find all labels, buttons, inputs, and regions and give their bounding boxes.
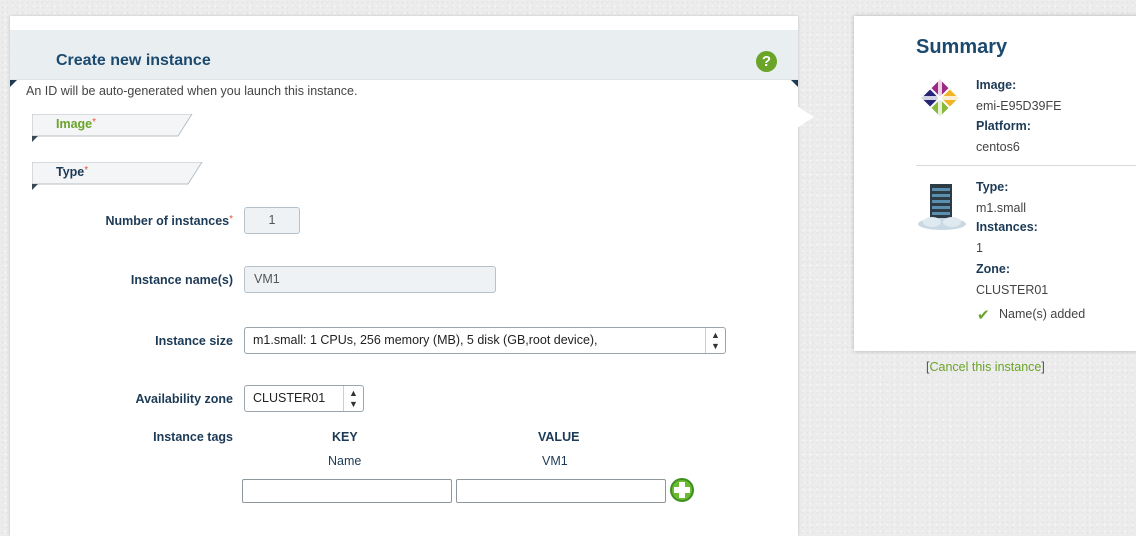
instance-size-select[interactable]: m1.small: 1 CPUs, 256 memory (MB), 5 dis… bbox=[244, 327, 726, 354]
tag-row-value: VM1 bbox=[542, 454, 568, 468]
panel-header: Create new instance ? bbox=[10, 30, 798, 80]
create-instance-panel: Create new instance ? An ID will be auto… bbox=[10, 16, 798, 536]
instance-size-label: Instance size bbox=[155, 334, 233, 348]
section-tab-label: Type* bbox=[56, 165, 89, 179]
num-instances-input[interactable]: 1 bbox=[244, 207, 300, 234]
summary-platform-value: centos6 bbox=[976, 140, 1020, 154]
summary-pointer bbox=[797, 106, 814, 128]
summary-divider bbox=[916, 165, 1136, 166]
summary-type-value: m1.small bbox=[976, 201, 1027, 215]
availability-zone-select[interactable]: CLUSTER01 ▲ ▼ bbox=[244, 385, 364, 412]
summary-instances-value: 1 bbox=[976, 241, 983, 255]
summary-image-label: Image: bbox=[976, 78, 1017, 92]
intro-text: An ID will be auto-generated when you la… bbox=[26, 84, 358, 98]
tag-key-input[interactable] bbox=[242, 479, 452, 503]
instance-names-label: Instance name(s) bbox=[130, 273, 233, 287]
availability-zone-label: Availability zone bbox=[135, 392, 233, 406]
tags-key-header: KEY bbox=[332, 430, 358, 444]
header-fold-right bbox=[791, 80, 798, 87]
cancel-bracket-close: ] bbox=[1041, 360, 1045, 374]
summary-names-status: Name(s) added bbox=[999, 307, 1086, 321]
summary-type-label: Type: bbox=[976, 180, 1009, 194]
section-tab-label: Image* bbox=[56, 117, 97, 131]
summary-image-value: emi-E95D39FE bbox=[976, 99, 1062, 113]
header-fold-left bbox=[10, 80, 17, 87]
tag-row-key: Name bbox=[328, 454, 362, 468]
tag-value-input[interactable] bbox=[456, 479, 666, 503]
summary-panel: Summary Image: emi-E95D39FE Platform: ce… bbox=[854, 16, 1136, 351]
availability-zone-value: CLUSTER01 bbox=[253, 391, 326, 405]
select-arrows-icon: ▲ ▼ bbox=[343, 386, 363, 411]
section-tab-type[interactable]: Type* bbox=[32, 162, 204, 190]
server-cloud-icon bbox=[918, 184, 966, 230]
checkmark-icon: ✔ bbox=[977, 306, 990, 324]
num-instances-label: Number of instances* bbox=[105, 214, 233, 228]
summary-platform-label: Platform: bbox=[976, 119, 1031, 133]
summary-zone-value: CLUSTER01 bbox=[976, 283, 1049, 297]
instance-names-input[interactable]: VM1 bbox=[244, 266, 496, 293]
instance-size-value: m1.small: 1 CPUs, 256 memory (MB), 5 dis… bbox=[253, 333, 598, 347]
centos-logo-icon bbox=[921, 79, 959, 117]
add-tag-icon[interactable] bbox=[669, 477, 695, 503]
instance-tags-label: Instance tags bbox=[153, 430, 233, 444]
cancel-instance-link[interactable]: Cancel this instance bbox=[929, 360, 1041, 374]
page-title: Create new instance bbox=[56, 52, 211, 69]
summary-title: Summary bbox=[916, 36, 1008, 58]
summary-instances-label: Instances: bbox=[976, 220, 1038, 234]
cancel-instance: [Cancel this instance] bbox=[926, 360, 1045, 374]
tags-value-header: VALUE bbox=[538, 430, 580, 444]
help-icon[interactable]: ? bbox=[756, 51, 777, 72]
section-tab-image[interactable]: Image* bbox=[32, 114, 204, 142]
select-arrows-icon: ▲ ▼ bbox=[705, 328, 725, 353]
summary-zone-label: Zone: bbox=[976, 262, 1011, 276]
